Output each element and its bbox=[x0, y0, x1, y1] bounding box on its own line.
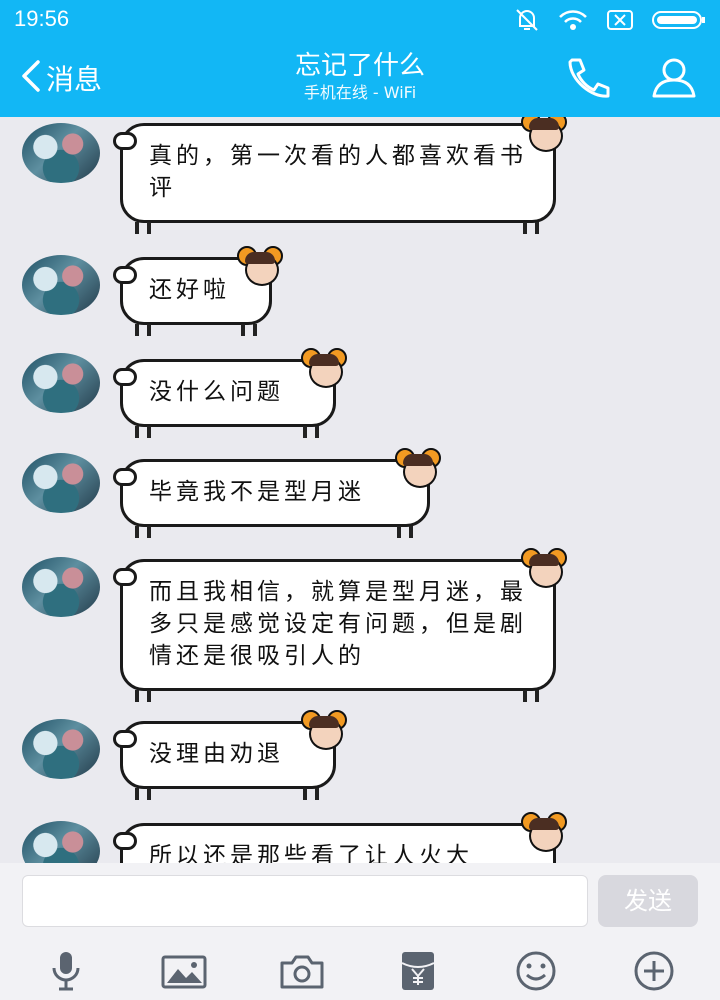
input-bar: 发送 bbox=[0, 863, 720, 941]
status-icons bbox=[514, 8, 706, 32]
chat-subtitle: 手机在线 - WiFi bbox=[303, 83, 417, 102]
message-list[interactable]: 真的，第一次看的人都喜欢看书评 还好啦 没什么问题 毕竟我不是型月迷 而且我相信… bbox=[0, 117, 720, 863]
message-bubble[interactable]: 毕竟我不是型月迷 bbox=[113, 448, 441, 538]
sheep-sticker bbox=[301, 710, 347, 750]
battery-icon bbox=[652, 9, 706, 31]
sheep-sticker bbox=[301, 348, 347, 388]
person-icon bbox=[650, 58, 698, 104]
avatar[interactable] bbox=[22, 453, 100, 513]
sheep-sticker bbox=[521, 117, 567, 152]
avatar[interactable] bbox=[22, 255, 100, 315]
status-time: 19:56 bbox=[14, 6, 70, 31]
wifi-icon bbox=[558, 9, 588, 31]
avatar[interactable] bbox=[22, 353, 100, 413]
top-bar: 19:56 消息 忘记了什么 手机在线 - WiFi bbox=[0, 0, 720, 117]
status-bar: 19:56 bbox=[0, 0, 720, 40]
chat-header: 消息 忘记了什么 手机在线 - WiFi bbox=[0, 40, 720, 117]
red-packet-button[interactable] bbox=[394, 949, 442, 993]
emoji-button[interactable] bbox=[512, 949, 560, 993]
notification-muted-icon bbox=[514, 8, 540, 32]
camera-button[interactable] bbox=[278, 949, 326, 993]
send-button[interactable]: 发送 bbox=[598, 875, 698, 927]
voice-button[interactable] bbox=[42, 949, 90, 993]
message-bubble[interactable]: 所以还是那些看了让人火大 bbox=[113, 812, 567, 863]
image-icon bbox=[160, 949, 208, 993]
sheep-sticker bbox=[395, 448, 441, 488]
message-text: 真的，第一次看的人都喜欢看书评 bbox=[149, 143, 527, 201]
sheep-sticker bbox=[521, 548, 567, 588]
message-input[interactable] bbox=[22, 875, 588, 927]
message-bubble[interactable]: 而且我相信，就算是型月迷，最多只是感觉设定有问题，但是剧情还是很吸引人的 bbox=[113, 548, 567, 702]
image-button[interactable] bbox=[160, 949, 208, 993]
sheep-sticker bbox=[521, 812, 567, 852]
message-bubble[interactable]: 真的，第一次看的人都喜欢看书评 bbox=[113, 117, 567, 234]
sheep-sticker bbox=[237, 246, 283, 286]
camera-icon bbox=[278, 949, 326, 993]
message-text: 还好啦 bbox=[149, 277, 230, 303]
message-bubble[interactable]: 没什么问题 bbox=[113, 348, 347, 438]
microphone-icon bbox=[42, 949, 90, 993]
avatar[interactable] bbox=[22, 123, 100, 183]
plus-icon bbox=[630, 949, 678, 993]
message-text: 没什么问题 bbox=[149, 379, 284, 405]
more-button[interactable] bbox=[630, 949, 678, 993]
title-block[interactable]: 忘记了什么 手机在线 - WiFi bbox=[0, 50, 720, 104]
message-text: 没理由劝退 bbox=[149, 741, 284, 767]
emoji-icon bbox=[512, 949, 560, 993]
sim-off-icon bbox=[606, 9, 634, 31]
message-bubble[interactable]: 还好啦 bbox=[113, 246, 283, 336]
message-text: 而且我相信，就算是型月迷，最多只是感觉设定有问题，但是剧情还是很吸引人的 bbox=[149, 579, 527, 669]
red-packet-icon bbox=[394, 949, 442, 993]
avatar[interactable] bbox=[22, 557, 100, 617]
profile-button[interactable] bbox=[650, 56, 698, 104]
chat-title: 忘记了什么 bbox=[294, 51, 425, 81]
phone-icon bbox=[562, 58, 612, 104]
message-bubble[interactable]: 没理由劝退 bbox=[113, 710, 347, 800]
avatar[interactable] bbox=[22, 821, 100, 863]
avatar[interactable] bbox=[22, 719, 100, 779]
message-text: 毕竟我不是型月迷 bbox=[149, 479, 365, 505]
message-text: 所以还是那些看了让人火大 bbox=[149, 843, 473, 863]
call-button[interactable] bbox=[562, 56, 612, 104]
input-toolbar bbox=[0, 941, 720, 1000]
